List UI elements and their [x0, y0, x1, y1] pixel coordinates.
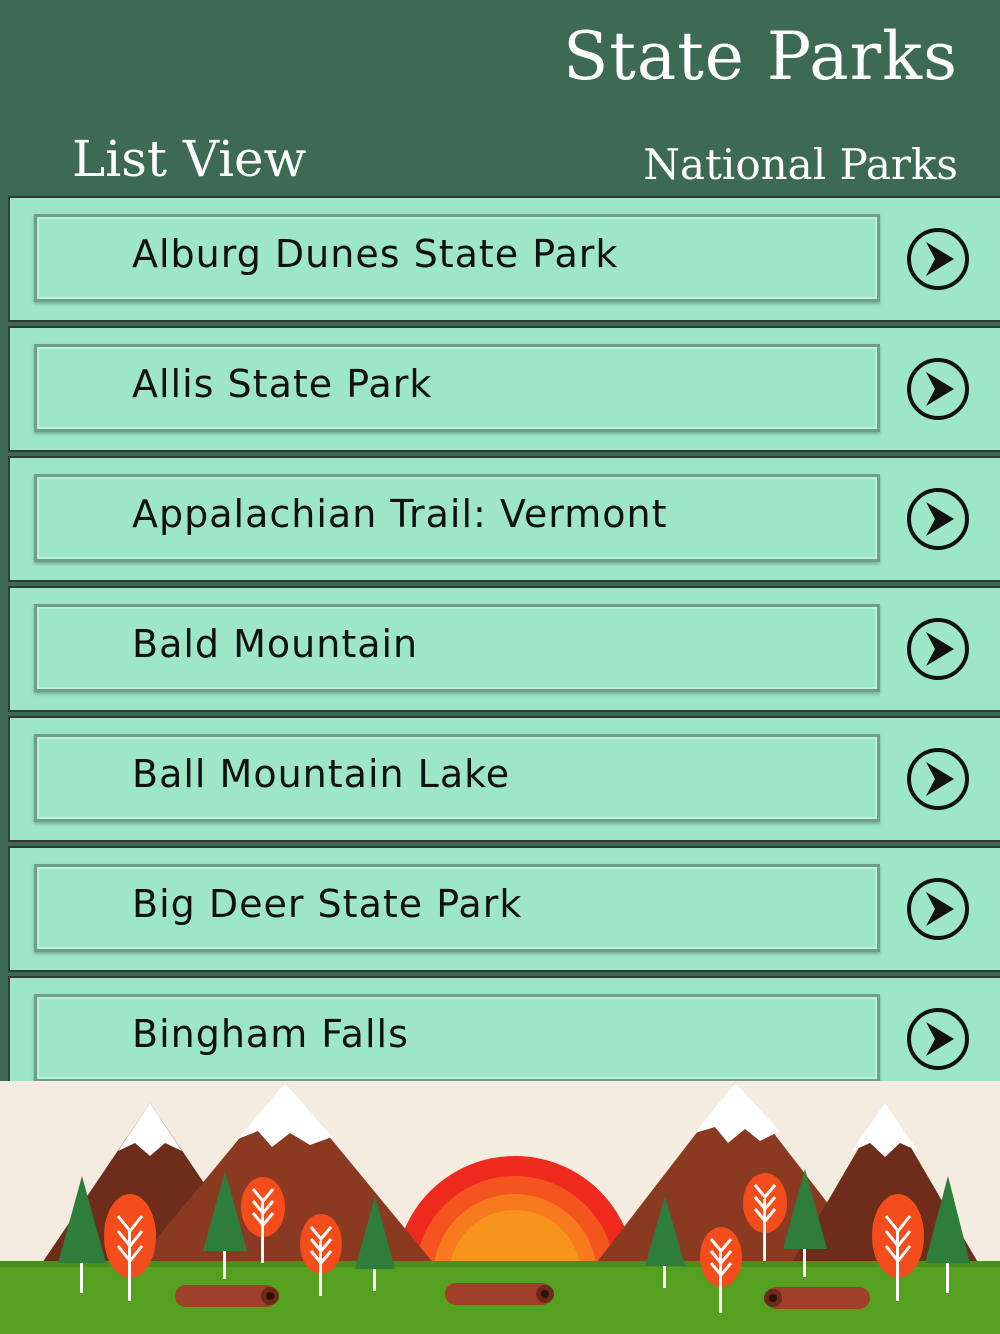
tab-national-parks[interactable]: National Parks — [643, 140, 958, 189]
tab-list-view[interactable]: List View — [72, 130, 306, 188]
list-item[interactable]: Bingham Falls — [8, 976, 1000, 1081]
chevron-right-circle-icon[interactable] — [905, 356, 971, 422]
list-item[interactable]: Alburg Dunes State Park — [8, 196, 1000, 322]
chevron-right-circle-icon[interactable] — [905, 226, 971, 292]
list-item[interactable]: Big Deer State Park — [8, 846, 1000, 972]
park-name: Alburg Dunes State Park — [132, 232, 619, 276]
park-name: Bald Mountain — [132, 622, 419, 666]
app-title: State Parks — [563, 18, 958, 95]
top-header: State Parks List View National Parks — [0, 0, 1000, 196]
chevron-right-circle-icon[interactable] — [905, 1006, 971, 1072]
park-name: Bingham Falls — [132, 1012, 409, 1056]
list-item[interactable]: Ball Mountain Lake — [8, 716, 1000, 842]
list-item[interactable]: Bald Mountain — [8, 586, 1000, 712]
chevron-right-circle-icon[interactable] — [905, 746, 971, 812]
chevron-right-circle-icon[interactable] — [905, 876, 971, 942]
park-name: Ball Mountain Lake — [132, 752, 511, 796]
park-name: Allis State Park — [132, 362, 433, 406]
list-item[interactable]: Allis State Park — [8, 326, 1000, 452]
mountain-landscape-illustration — [0, 1081, 1000, 1334]
park-name: Big Deer State Park — [132, 882, 523, 926]
chevron-right-circle-icon[interactable] — [905, 486, 971, 552]
list-item[interactable]: Appalachian Trail: Vermont — [8, 456, 1000, 582]
chevron-right-circle-icon[interactable] — [905, 616, 971, 682]
park-name: Appalachian Trail: Vermont — [132, 492, 668, 536]
parks-list[interactable]: Alburg Dunes State Park Allis State Park… — [0, 196, 1000, 1081]
